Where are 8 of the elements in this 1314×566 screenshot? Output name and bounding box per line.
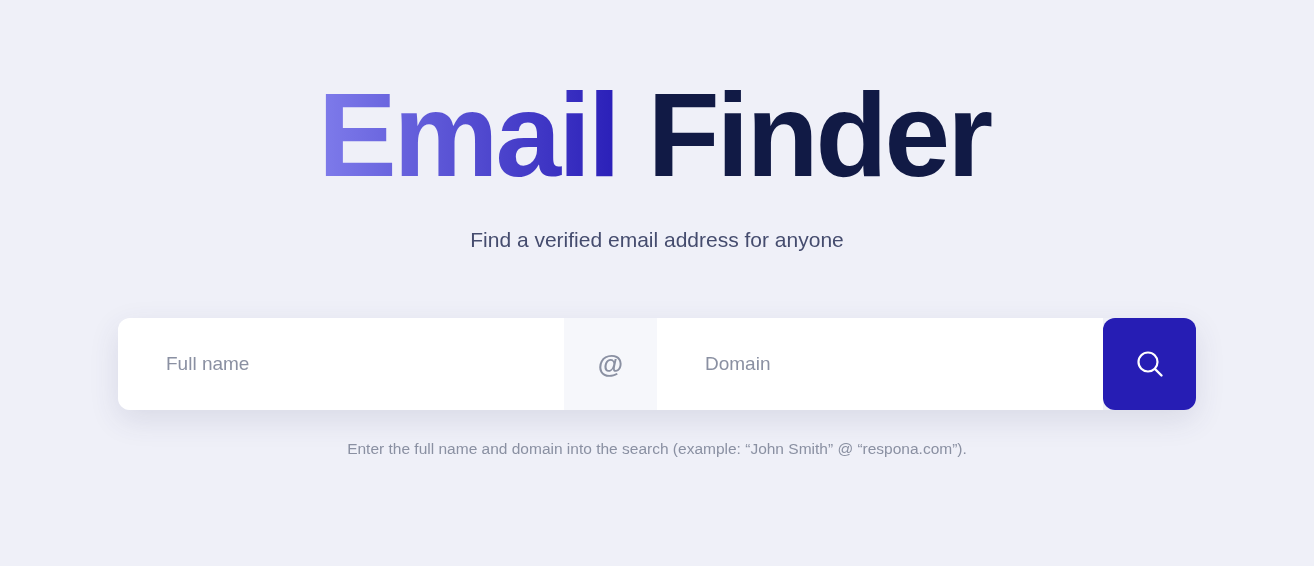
- search-hint: Enter the full name and domain into the search (example: “John Smith” @ “respona.com”).: [347, 440, 967, 458]
- subtitle: Find a verified email address for anyone: [470, 228, 844, 252]
- search-icon: [1135, 350, 1164, 378]
- at-separator: @: [564, 318, 657, 410]
- page-title: Email Finder: [316, 68, 992, 203]
- domain-field[interactable]: Domain: [657, 318, 1103, 410]
- search-button[interactable]: [1103, 318, 1196, 410]
- full-name-field[interactable]: Full name: [118, 318, 564, 410]
